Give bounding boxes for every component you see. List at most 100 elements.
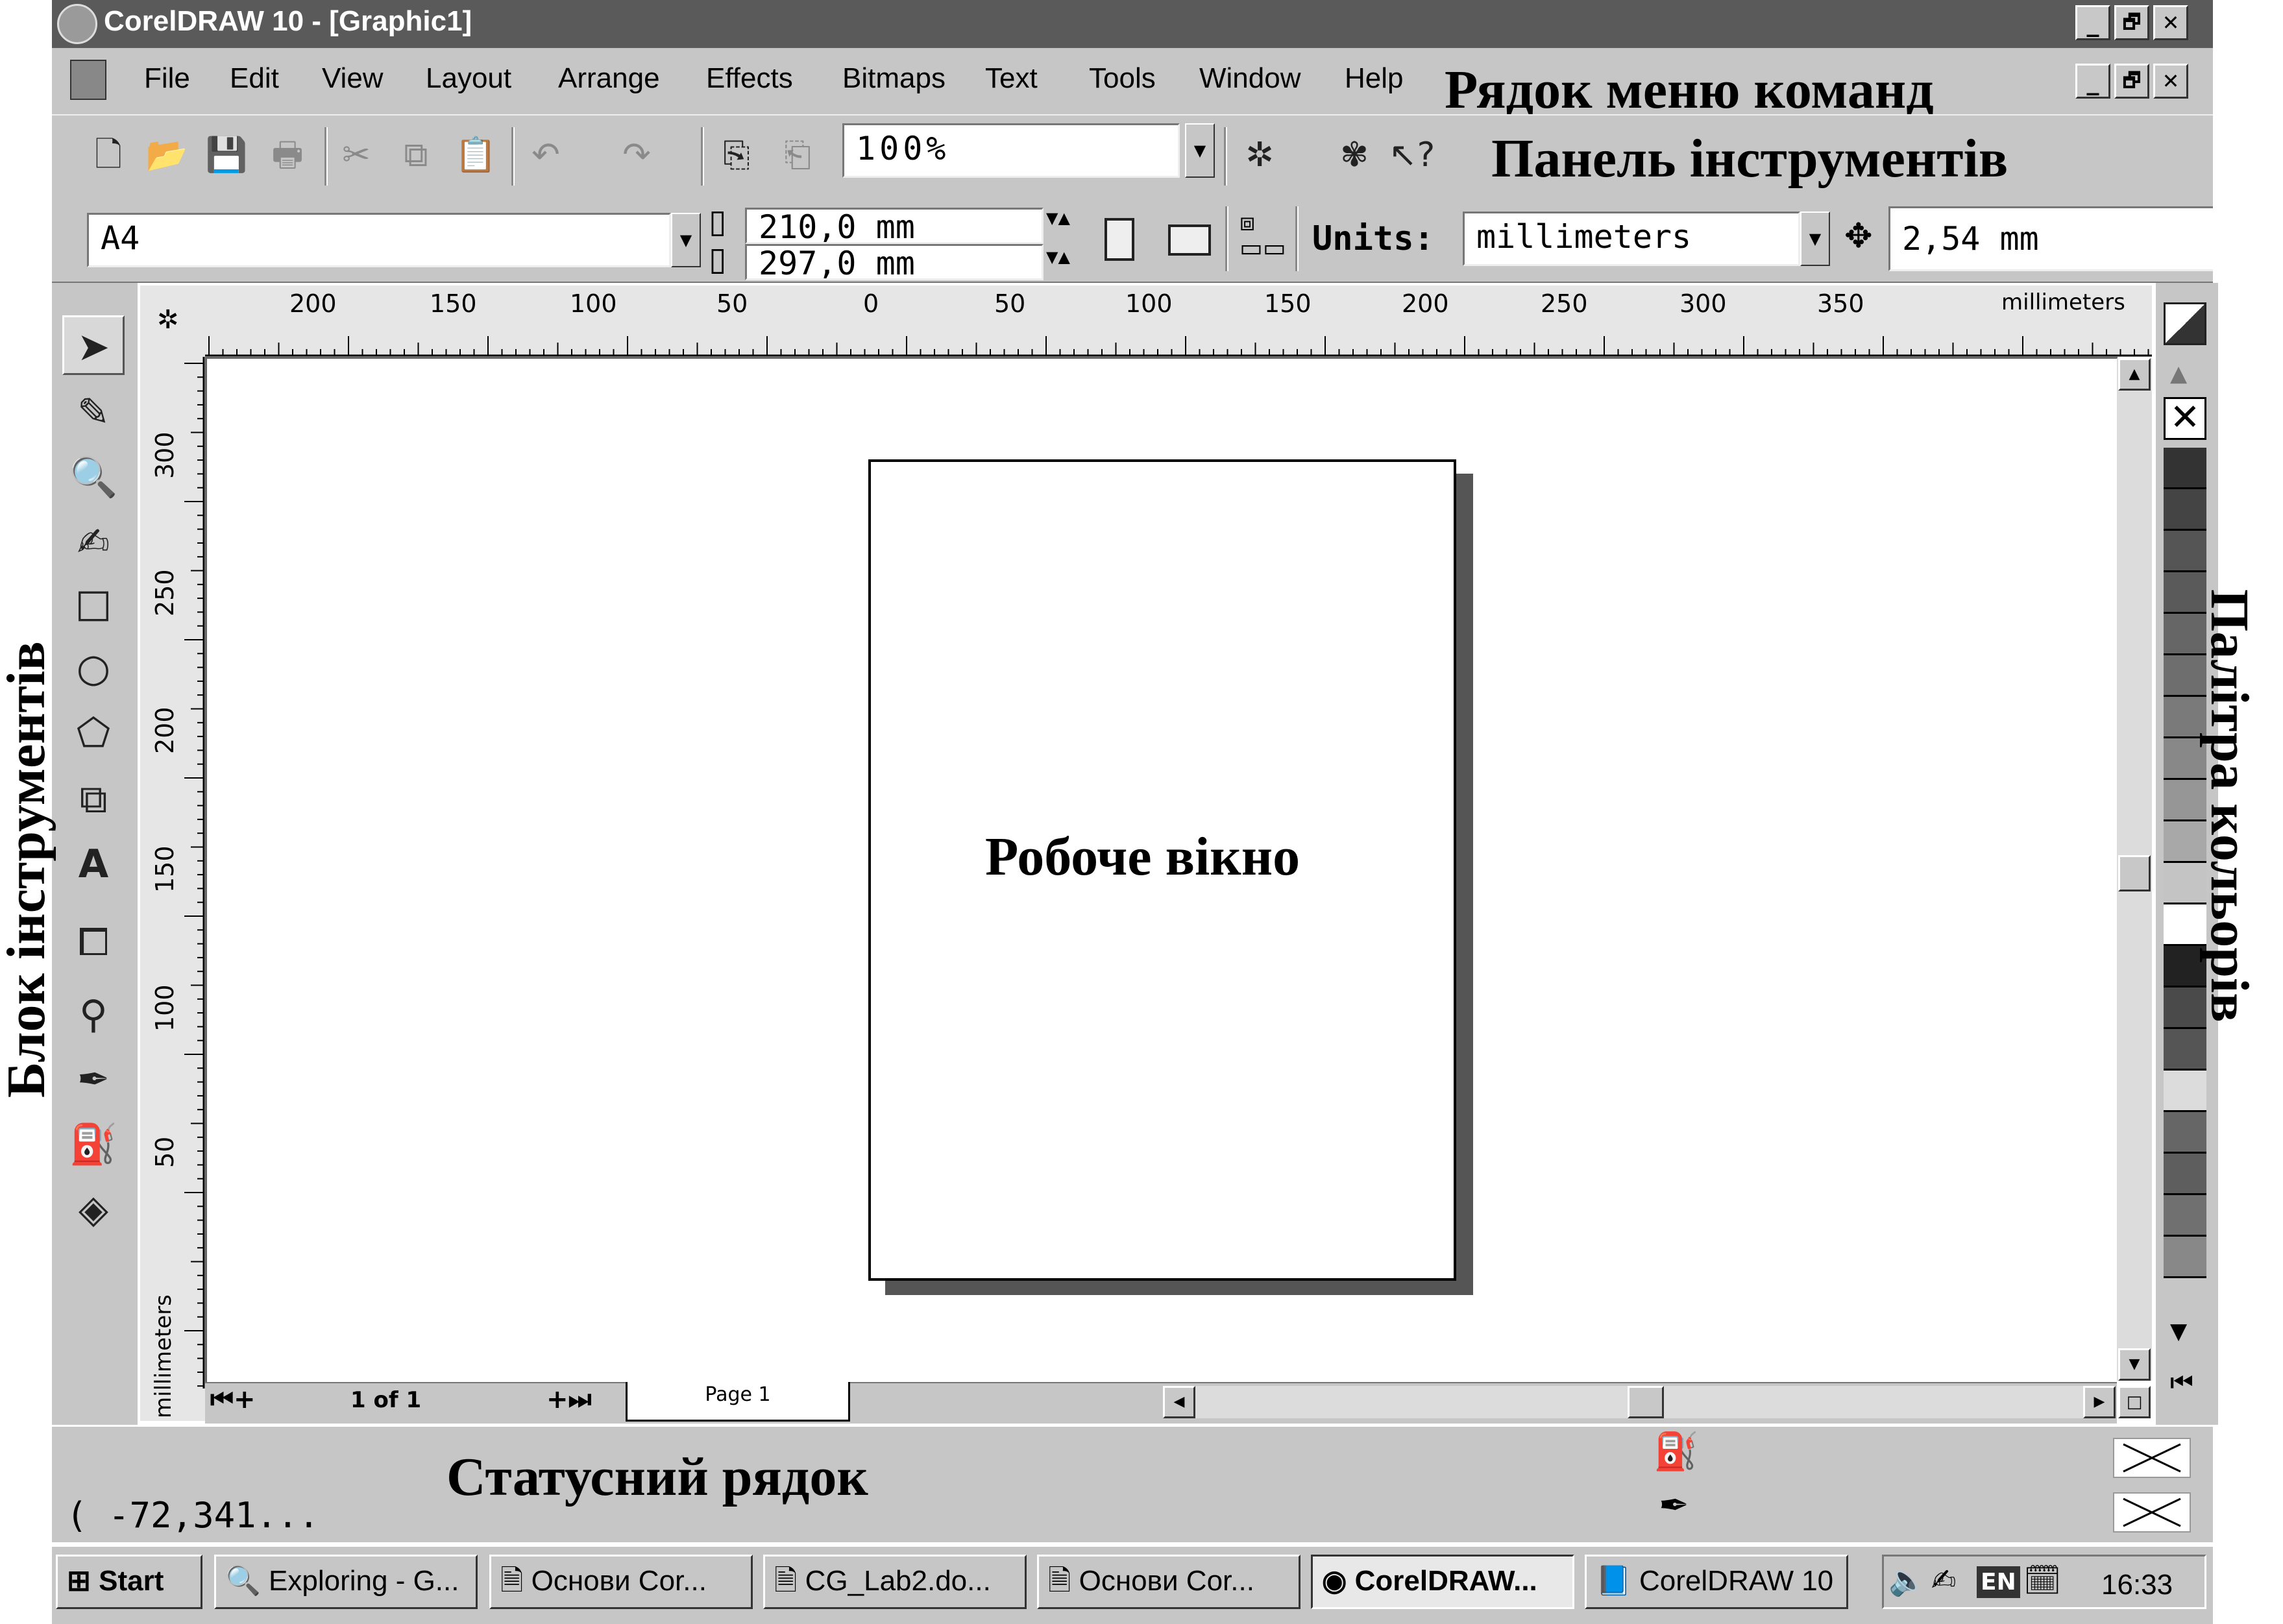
palette-options-icon[interactable]: [2164, 302, 2206, 345]
palette-scroll-down-icon[interactable]: ▼: [2170, 1318, 2187, 1344]
copy-icon[interactable]: ⧉: [395, 134, 437, 176]
color-swatch[interactable]: [2164, 448, 2206, 489]
menu-view[interactable]: View: [322, 62, 384, 95]
minimize-button[interactable]: _: [2075, 5, 2110, 40]
color-swatch[interactable]: [2164, 1195, 2206, 1237]
zoom-tool[interactable]: 🔍: [62, 448, 125, 507]
whats-this-icon[interactable]: ↖?: [1389, 134, 1435, 176]
document-icon[interactable]: [70, 60, 106, 100]
print-icon[interactable]: 🖶: [266, 134, 309, 176]
paper-size-select[interactable]: A4: [87, 213, 671, 267]
menu-bitmaps[interactable]: Bitmaps: [842, 62, 946, 95]
rectangle-tool[interactable]: □: [62, 574, 125, 633]
basic-shapes-tool[interactable]: ⧉: [62, 770, 125, 829]
zoom-dropdown-arrow[interactable]: ▼: [1185, 123, 1215, 178]
tray-app-icon[interactable]: ✍: [1931, 1562, 1957, 1597]
last-page-icon[interactable]: +⏭: [546, 1385, 592, 1414]
start-button[interactable]: ⊞ Start: [56, 1555, 202, 1609]
color-swatch[interactable]: [2164, 489, 2206, 531]
color-swatch[interactable]: [2164, 1112, 2206, 1154]
taskbar-word-doc-1[interactable]: 🗎 Основи Cor...: [489, 1555, 753, 1609]
shape-tool[interactable]: ✎: [62, 383, 125, 442]
menu-help[interactable]: Help: [1345, 62, 1404, 95]
doc-close-button[interactable]: ✕: [2153, 64, 2188, 99]
color-swatch[interactable]: [2164, 531, 2206, 572]
scroll-down-button[interactable]: ▼: [2118, 1348, 2151, 1381]
color-swatch[interactable]: [2164, 1154, 2206, 1195]
zoom-level-select[interactable]: 100%: [842, 123, 1180, 178]
taskbar-word-doc-3[interactable]: 🗎 Основи Cor...: [1037, 1555, 1300, 1609]
freehand-tool[interactable]: ✍: [62, 513, 125, 572]
taskbar-coreldraw-active[interactable]: ◉ CorelDRAW...: [1311, 1555, 1574, 1609]
menu-text[interactable]: Text: [985, 62, 1038, 95]
outline-color-indicator[interactable]: [2113, 1492, 2191, 1533]
interactive-fill-tool[interactable]: ◈: [62, 1180, 125, 1239]
redo-icon[interactable]: ↷: [615, 134, 658, 176]
menu-bar-annotation: Рядок меню команд: [1445, 60, 1934, 120]
export-icon[interactable]: ⎗: [776, 134, 819, 176]
open-icon[interactable]: 📂: [145, 134, 188, 176]
pick-tool[interactable]: ➤: [62, 315, 125, 375]
undo-icon[interactable]: ↶: [524, 134, 567, 176]
menu-edit[interactable]: Edit: [230, 62, 279, 95]
nudge-offset-input[interactable]: 2,54 mm: [1888, 206, 2213, 271]
scroll-up-button[interactable]: ▲: [2118, 358, 2151, 391]
vertical-scroll-thumb[interactable]: [2118, 855, 2151, 891]
landscape-icon[interactable]: [1168, 224, 1211, 256]
scroll-right-button[interactable]: ▶: [2083, 1386, 2116, 1418]
scheduler-icon[interactable]: 🗓: [2023, 1562, 2061, 1598]
cut-icon[interactable]: ✂: [335, 134, 378, 176]
page-height-input[interactable]: 297,0 mm: [745, 244, 1044, 280]
interactive-blend-tool[interactable]: ⧠: [62, 912, 125, 972]
menu-effects[interactable]: Effects: [706, 62, 793, 95]
ellipse-tool[interactable]: ○: [62, 638, 125, 698]
scroll-left-button[interactable]: ◀: [1163, 1386, 1195, 1418]
fill-tool[interactable]: ⛽: [62, 1115, 125, 1174]
menu-tools[interactable]: Tools: [1089, 62, 1156, 95]
corel-online-icon[interactable]: ✾: [1333, 134, 1376, 176]
doc-minimize-button[interactable]: _: [2075, 64, 2110, 99]
import-icon[interactable]: ⎘: [715, 134, 758, 176]
units-dropdown-arrow[interactable]: ▼: [1800, 212, 1830, 266]
page-width-input[interactable]: 210,0 mm: [745, 208, 1044, 244]
menu-file[interactable]: File: [144, 62, 190, 95]
menu-layout[interactable]: Layout: [426, 62, 511, 95]
text-tool[interactable]: A: [62, 834, 125, 894]
language-indicator[interactable]: EN: [1977, 1566, 2020, 1598]
horizontal-scroll-thumb[interactable]: [1628, 1386, 1664, 1418]
width-spinner-icon[interactable]: ▼▲: [1046, 209, 1070, 227]
portrait-icon[interactable]: [1105, 218, 1134, 261]
palette-expand-icon[interactable]: ⏮: [2170, 1368, 2193, 1398]
paper-size-dropdown-arrow[interactable]: ▼: [671, 213, 701, 267]
view-navigator-button[interactable]: □: [2118, 1386, 2151, 1418]
color-swatch[interactable]: [2164, 1237, 2206, 1278]
first-page-icon[interactable]: ⏮+: [210, 1385, 256, 1414]
fill-color-indicator[interactable]: [2113, 1438, 2191, 1478]
doc-restore-button[interactable]: 🗗: [2114, 64, 2149, 99]
menu-arrange[interactable]: Arrange: [558, 62, 660, 95]
taskbar-word-doc-2[interactable]: 🗎 CG_Lab2.do...: [763, 1555, 1027, 1609]
paste-icon[interactable]: 📋: [454, 134, 497, 176]
new-icon[interactable]: 🗋: [87, 134, 130, 176]
palette-scroll-up-icon[interactable]: ▲: [2170, 361, 2187, 387]
height-spinner-icon[interactable]: ▼▲: [1046, 248, 1070, 266]
outline-tool[interactable]: ✒: [62, 1050, 125, 1109]
taskbar-exploring[interactable]: 🔍 Exploring - G...: [214, 1555, 478, 1609]
eyedropper-tool[interactable]: ⚲: [62, 985, 125, 1045]
app-launcher-icon[interactable]: ✲: [1238, 134, 1281, 176]
save-icon[interactable]: 💾: [205, 134, 248, 176]
app-icon[interactable]: [57, 4, 97, 44]
units-select[interactable]: millimeters: [1463, 212, 1800, 266]
no-color-swatch[interactable]: ✕: [2164, 397, 2206, 440]
taskbar-coreldraw-10[interactable]: 📘 CorelDRAW 10: [1585, 1555, 1848, 1609]
restore-button[interactable]: 🗗: [2114, 5, 2149, 40]
ruler-origin-icon[interactable]: ✲: [157, 305, 179, 335]
page-layout-icon[interactable]: ⧈ ▭▭: [1239, 209, 1286, 261]
color-swatch[interactable]: [2164, 1029, 2206, 1071]
polygon-tool[interactable]: ⬠: [62, 703, 125, 763]
close-button[interactable]: ✕: [2153, 5, 2188, 40]
color-swatch[interactable]: [2164, 1071, 2206, 1112]
menu-window[interactable]: Window: [1199, 62, 1301, 95]
volume-icon[interactable]: 🔈: [1888, 1562, 1925, 1598]
page-tab[interactable]: Page 1: [626, 1382, 850, 1422]
